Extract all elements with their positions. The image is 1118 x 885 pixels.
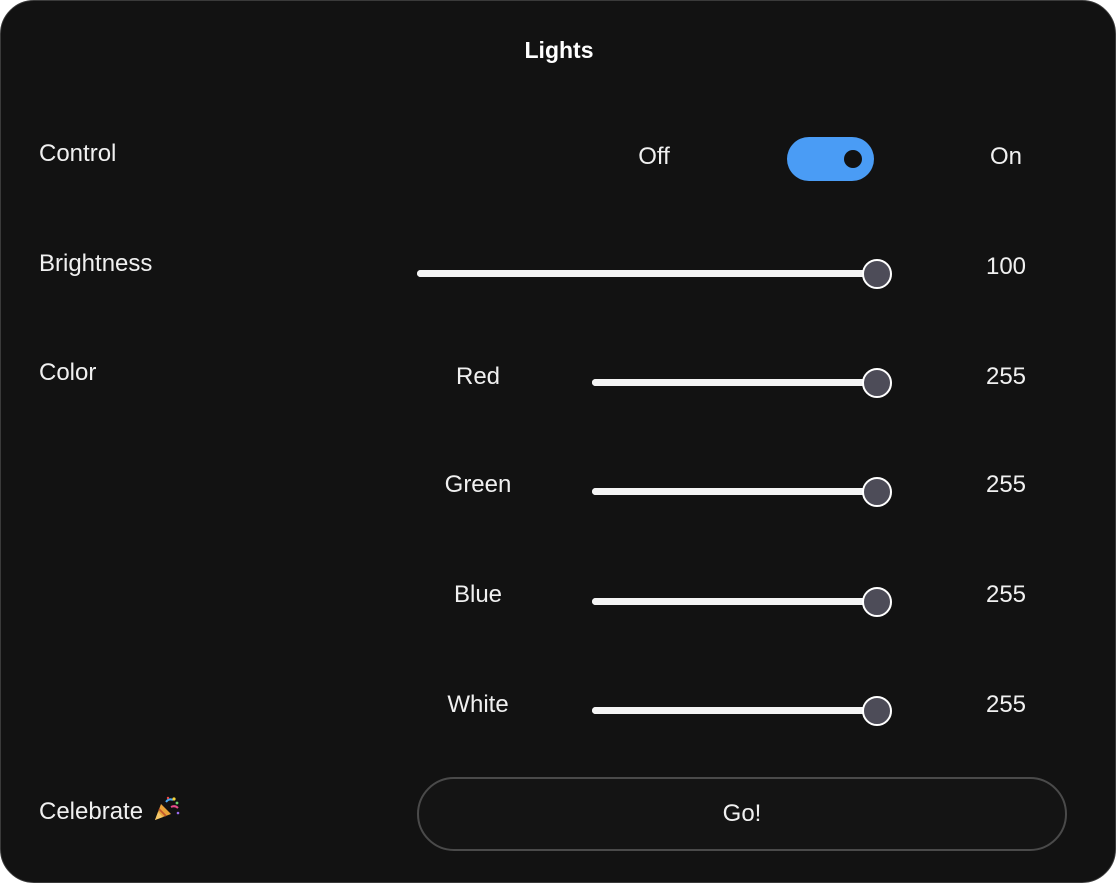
slider-fill xyxy=(592,379,877,386)
slider-thumb[interactable] xyxy=(862,259,892,289)
green-channel-label: Green xyxy=(444,471,512,498)
blue-value: 255 xyxy=(985,581,1027,608)
brightness-label: Brightness xyxy=(39,250,153,277)
red-channel-label: Red xyxy=(455,363,501,390)
white-channel-label: White xyxy=(447,691,509,718)
lights-panel: Lights Control Off On Brightness 100 Col… xyxy=(0,0,1116,883)
slider-fill xyxy=(592,598,877,605)
slider-fill xyxy=(417,270,877,277)
toggle-off-label: Off xyxy=(638,143,670,170)
brightness-value: 100 xyxy=(985,253,1027,280)
blue-slider[interactable] xyxy=(592,587,892,617)
page-title: Lights xyxy=(524,37,594,63)
white-slider[interactable] xyxy=(592,696,892,726)
control-label: Control xyxy=(39,140,117,167)
slider-thumb[interactable] xyxy=(862,587,892,617)
slider-fill xyxy=(592,707,877,714)
power-toggle[interactable] xyxy=(787,137,874,181)
toggle-on-label: On xyxy=(989,143,1023,170)
slider-fill xyxy=(592,488,877,495)
red-value: 255 xyxy=(985,363,1027,390)
go-button[interactable]: Go! xyxy=(417,777,1067,851)
celebrate-label: Celebrate xyxy=(39,798,144,825)
party-popper-icon xyxy=(152,796,180,822)
toggle-knob xyxy=(844,150,862,168)
red-slider[interactable] xyxy=(592,368,892,398)
celebrate-row: Celebrate xyxy=(39,796,180,826)
slider-thumb[interactable] xyxy=(862,696,892,726)
blue-channel-label: Blue xyxy=(453,581,503,608)
green-slider[interactable] xyxy=(592,477,892,507)
brightness-slider[interactable] xyxy=(417,259,892,289)
green-value: 255 xyxy=(985,471,1027,498)
white-value: 255 xyxy=(985,691,1027,718)
slider-thumb[interactable] xyxy=(862,368,892,398)
color-label: Color xyxy=(39,359,97,386)
slider-thumb[interactable] xyxy=(862,477,892,507)
